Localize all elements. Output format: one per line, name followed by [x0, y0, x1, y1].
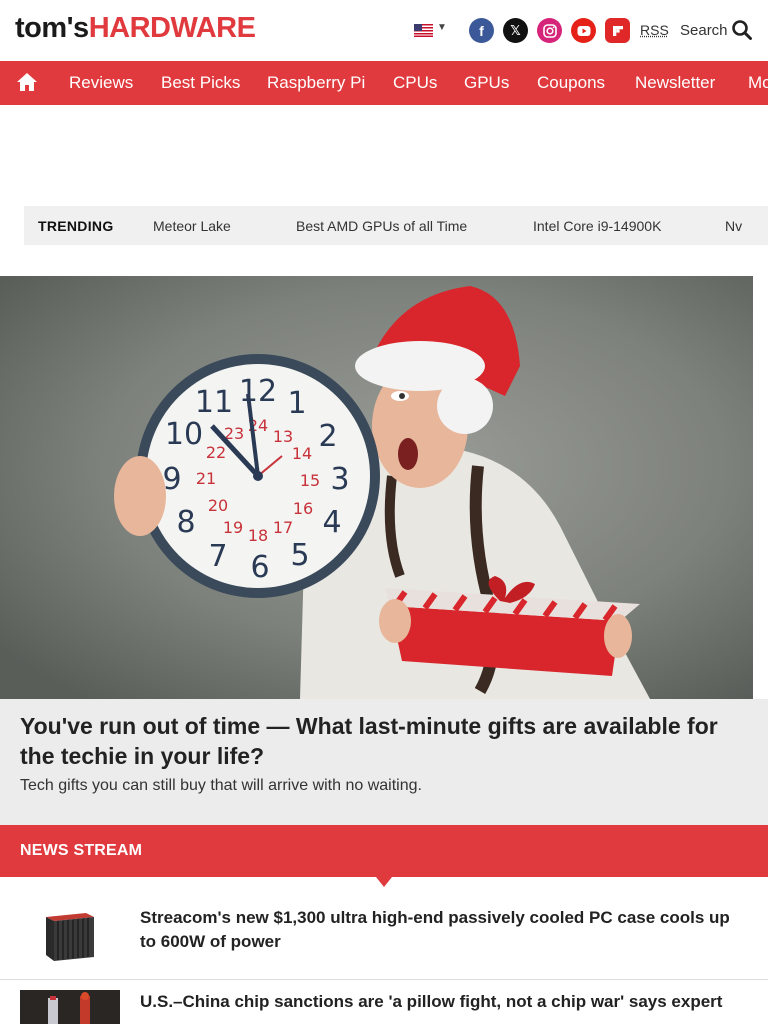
svg-text:21: 21 [196, 469, 216, 488]
svg-text:5: 5 [290, 538, 309, 573]
flipboard-glyph [612, 25, 623, 36]
svg-text:15: 15 [300, 471, 320, 490]
news-stream-header: NEWS STREAM [0, 825, 768, 877]
facebook-icon[interactable]: f [469, 18, 494, 43]
logo-toms: tom's [15, 12, 89, 44]
news-thumbnail-pc-case[interactable] [20, 903, 120, 969]
nav-item-reviews[interactable]: Reviews [69, 73, 133, 93]
trending-item-meteor-lake[interactable]: Meteor Lake [153, 218, 231, 234]
nav-item-best-picks[interactable]: Best Picks [161, 73, 240, 93]
nav-item-newsletter[interactable]: Newsletter [635, 73, 715, 93]
trending-bar: TRENDING Meteor Lake Best AMD GPUs of al… [24, 206, 768, 245]
hero-headline[interactable]: You've run out of time — What last-minut… [20, 711, 740, 771]
news-stream-pointer [376, 877, 392, 887]
nav-item-coupons[interactable]: Coupons [537, 73, 605, 93]
svg-text:17: 17 [273, 518, 293, 537]
logo-hardware: HARDWARE [88, 12, 256, 44]
news-stream-label: NEWS STREAM [20, 842, 143, 859]
home-icon[interactable] [16, 72, 38, 92]
news-item-title[interactable]: U.S.–China chip sanctions are 'a pillow … [140, 990, 730, 1014]
trending-item-best-amd-gpus[interactable]: Best AMD GPUs of all Time [296, 218, 467, 234]
site-logo[interactable]: tom'sHARDWARE [15, 12, 256, 45]
chevron-down-icon[interactable]: ▼ [437, 22, 447, 33]
hero-subtitle: Tech gifts you can still buy that will a… [20, 777, 422, 794]
svg-text:10: 10 [165, 417, 203, 452]
svg-text:6: 6 [250, 550, 269, 585]
svg-text:8: 8 [176, 505, 195, 540]
rss-link[interactable]: RSS [640, 22, 669, 38]
svg-text:11: 11 [195, 385, 233, 420]
us-flag-icon[interactable] [414, 24, 433, 37]
trending-label: TRENDING [38, 218, 114, 234]
instagram-icon[interactable] [537, 18, 562, 43]
main-nav: Reviews Best Picks Raspberry Pi CPUs GPU… [0, 61, 768, 105]
search-icon[interactable] [731, 19, 753, 41]
svg-text:13: 13 [273, 427, 293, 446]
search-label[interactable]: Search [680, 22, 728, 39]
facebook-glyph: f [479, 22, 484, 39]
svg-text:12: 12 [239, 374, 277, 409]
svg-text:19: 19 [223, 518, 243, 537]
svg-text:22: 22 [206, 443, 226, 462]
svg-text:2: 2 [318, 419, 337, 454]
x-glyph: 𝕏 [510, 22, 521, 38]
news-divider [0, 979, 768, 980]
svg-text:4: 4 [322, 505, 341, 540]
svg-text:3: 3 [330, 462, 349, 497]
trending-item-core-i9[interactable]: Intel Core i9-14900K [533, 218, 661, 234]
nav-item-raspberry-pi[interactable]: Raspberry Pi [267, 73, 365, 93]
svg-text:7: 7 [208, 539, 227, 574]
youtube-icon[interactable] [571, 18, 596, 43]
svg-text:20: 20 [208, 496, 228, 515]
hero-image[interactable]: 12 1 2 3 4 5 6 7 8 9 10 11 24 13 14 15 1… [0, 276, 753, 699]
svg-text:16: 16 [293, 499, 313, 518]
nav-item-cpus[interactable]: CPUs [393, 73, 437, 93]
news-thumbnail-chess[interactable] [20, 990, 120, 1024]
svg-text:18: 18 [248, 526, 268, 545]
nav-item-more[interactable]: Mo [748, 73, 768, 93]
trending-item-nv[interactable]: Nv [725, 218, 742, 234]
site-header: tom'sHARDWARE ▼ f 𝕏 RSS Search [0, 0, 768, 61]
x-twitter-icon[interactable]: 𝕏 [503, 18, 528, 43]
svg-text:1: 1 [287, 386, 306, 421]
svg-text:14: 14 [292, 444, 312, 463]
flipboard-icon[interactable] [605, 18, 630, 43]
youtube-glyph [577, 25, 590, 36]
instagram-glyph [542, 23, 557, 38]
nav-item-gpus[interactable]: GPUs [464, 73, 509, 93]
news-item-title[interactable]: Streacom's new $1,300 ultra high-end pas… [140, 906, 730, 954]
